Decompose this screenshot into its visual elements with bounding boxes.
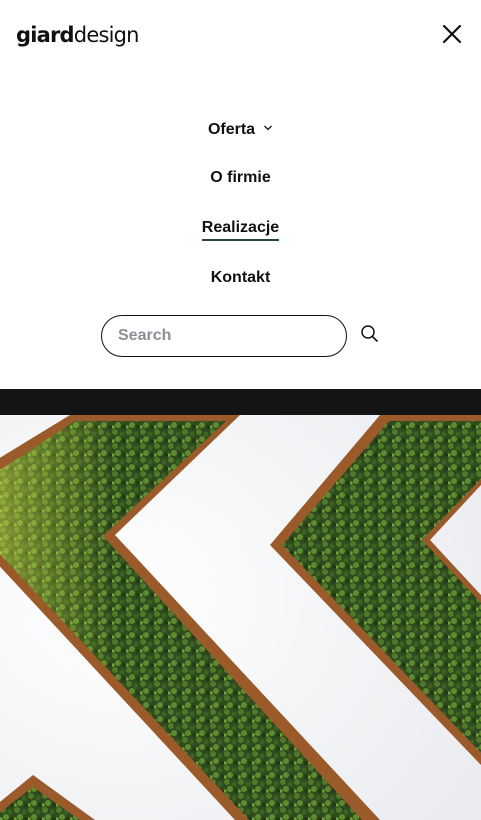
search-input[interactable]	[101, 315, 347, 357]
chevron-down-icon	[264, 125, 273, 131]
header: giarddesign	[0, 0, 481, 70]
nav-item-kontakt[interactable]: Kontakt	[0, 268, 481, 288]
nav-item-label: Oferta	[207, 121, 256, 138]
logo[interactable]: giarddesign	[16, 22, 139, 48]
nav-item-oferta[interactable]: Oferta	[0, 120, 481, 140]
nav-item-realizacje[interactable]: Realizacje	[0, 218, 481, 241]
logo-regular-text: design	[73, 23, 140, 47]
nav-item-o-firmie[interactable]: O firmie	[0, 168, 481, 188]
nav-item-label: Kontakt	[210, 269, 271, 286]
logo-bold-text: giard	[16, 23, 75, 47]
nav-item-label-active: Realizacje	[201, 218, 280, 241]
nav-item-label: O firmie	[210, 169, 271, 186]
green-wall-photo	[0, 415, 481, 820]
close-icon	[442, 24, 462, 44]
search-form	[101, 315, 391, 357]
dark-band	[0, 389, 481, 415]
search-icon	[361, 325, 378, 342]
close-menu-button[interactable]	[438, 20, 468, 50]
hero-image	[0, 415, 481, 820]
search-button[interactable]	[359, 323, 381, 345]
